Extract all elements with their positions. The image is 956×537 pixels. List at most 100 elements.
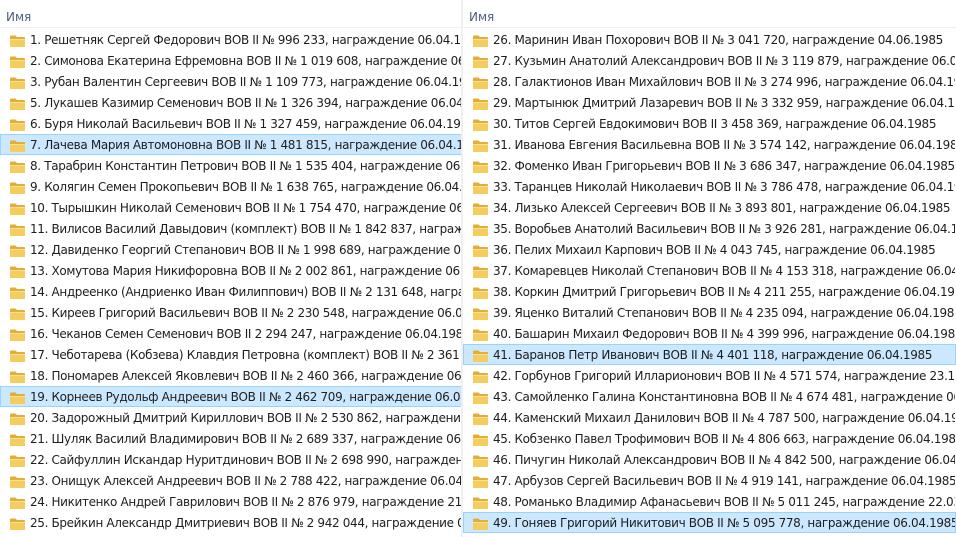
folder-item-label: 43. Самойленко Галина Константиновна ВОВ… — [493, 390, 955, 404]
folder-item[interactable]: 22. Сайфуллин Искандар Нуритдинович ВОВ … — [0, 449, 462, 470]
folder-item[interactable]: 2. Симонова Екатерина Ефремовна ВОВ II №… — [0, 50, 462, 71]
folder-icon — [9, 369, 26, 383]
folder-item[interactable]: 37. Комаревцев Николай Степанович ВОВ II… — [463, 260, 956, 281]
file-list: 26. Маринин Иван Похорович ВОВ II № 3 04… — [463, 29, 956, 533]
folder-icon — [472, 390, 489, 404]
folder-item[interactable]: 15. Киреев Григорий Васильевич ВОВ II № … — [0, 302, 462, 323]
folder-icon — [9, 411, 26, 425]
folder-item-label: 31. Иванова Евгения Васильевна ВОВ II № … — [493, 138, 956, 152]
folder-icon — [9, 117, 26, 131]
folder-item[interactable]: 44. Каменский Михаил Данилович ВОВ II № … — [463, 407, 956, 428]
folder-item-label: 28. Галактионов Иван Михайлович ВОВ II №… — [493, 75, 956, 89]
folder-icon — [9, 138, 26, 152]
folder-icon — [9, 348, 26, 362]
folder-icon — [9, 54, 26, 68]
folder-item[interactable]: 46. Пичугин Николай Александрович ВОВ II… — [463, 449, 956, 470]
folder-item[interactable]: 23. Онищук Алексей Андреевич ВОВ II № 2 … — [0, 470, 462, 491]
folder-icon — [9, 390, 26, 404]
folder-item[interactable]: 3. Рубан Валентин Сергеевич ВОВ II № 1 1… — [0, 71, 462, 92]
folder-item[interactable]: 6. Буря Николай Васильевич ВОВ II № 1 32… — [0, 113, 462, 134]
folder-item[interactable]: 30. Титов Сергей Евдокимович ВОВ II 3 45… — [463, 113, 956, 134]
folder-item-label: 22. Сайфуллин Искандар Нуритдинович ВОВ … — [30, 453, 461, 467]
folder-icon — [9, 453, 26, 467]
folder-icon — [472, 54, 489, 68]
folder-item[interactable]: 45. Кобзенко Павел Трофимович ВОВ II № 4… — [463, 428, 956, 449]
folder-icon — [472, 348, 489, 362]
folder-item[interactable]: 33. Таранцев Николай Николаевич ВОВ II №… — [463, 176, 956, 197]
folder-item[interactable]: 17. Чеботарева (Кобзева) Клавдия Петровн… — [0, 344, 462, 365]
folder-item-label: 35. Воробьев Анатолий Васильевич ВОВ II … — [493, 222, 956, 236]
folder-item[interactable]: 12. Давиденко Георгий Степанович ВОВ II … — [0, 239, 462, 260]
folder-item[interactable]: 14. Андреенко (Андриенко Иван Филиппович… — [0, 281, 462, 302]
folder-item[interactable]: 18. Пономарев Алексей Яковлевич ВОВ II №… — [0, 365, 462, 386]
folder-item-label: 1. Решетняк Сергей Федорович ВОВ II № 99… — [30, 33, 462, 47]
folder-item[interactable]: 39. Яценко Виталий Степанович ВОВ II № 4… — [463, 302, 956, 323]
folder-item[interactable]: 24. Никитенко Андрей Гаврилович ВОВ II №… — [0, 491, 462, 512]
folder-icon — [9, 243, 26, 257]
folder-item[interactable]: 34. Лизько Алексей Сергеевич ВОВ II № 3 … — [463, 197, 956, 218]
column-header-name[interactable]: Имя — [6, 10, 31, 24]
folder-item[interactable]: 25. Брейкин Александр Дмитриевич ВОВ II … — [0, 512, 462, 533]
folder-item[interactable]: 40. Башарин Михаил Федорович ВОВ II № 4 … — [463, 323, 956, 344]
column-header-name[interactable]: Имя — [469, 10, 494, 24]
folder-icon — [9, 432, 26, 446]
folder-item[interactable]: 35. Воробьев Анатолий Васильевич ВОВ II … — [463, 218, 956, 239]
folder-item-label: 42. Горбунов Григорий Илларионович ВОВ I… — [493, 369, 956, 383]
folder-item[interactable]: 47. Арбузов Сергей Васильевич ВОВ II № 4… — [463, 470, 956, 491]
folder-item[interactable]: 9. Колягин Семен Прокопьевич ВОВ II № 1 … — [0, 176, 462, 197]
folder-item-label: 19. Корнеев Рудольф Андреевич ВОВ II № 2… — [30, 390, 462, 404]
folder-item-label: 33. Таранцев Николай Николаевич ВОВ II №… — [493, 180, 956, 194]
folder-item-label: 38. Коркин Дмитрий Григорьевич ВОВ II № … — [493, 285, 956, 299]
folder-icon — [472, 306, 489, 320]
folder-icon — [9, 306, 26, 320]
folder-icon — [9, 474, 26, 488]
folder-item-label: 48. Романько Владимир Афанасьевич ВОВ II… — [493, 495, 956, 509]
folder-item-label: 20. Задорожный Дмитрий Кириллович ВОВ II… — [30, 411, 462, 425]
folder-item[interactable]: 8. Тарабрин Константин Петрович ВОВ II №… — [0, 155, 462, 176]
folder-item[interactable]: 49. Гоняев Григорий Никитович ВОВ II № 5… — [463, 512, 956, 533]
folder-item[interactable]: 48. Романько Владимир Афанасьевич ВОВ II… — [463, 491, 956, 512]
folder-item[interactable]: 19. Корнеев Рудольф Андреевич ВОВ II № 2… — [0, 386, 462, 407]
folder-item[interactable]: 16. Чеканов Семен Семенович ВОВ II 2 294… — [0, 323, 462, 344]
folder-item[interactable]: 7. Лачева Мария Автомоновна ВОВ II № 1 4… — [0, 134, 462, 155]
folder-item[interactable]: 1. Решетняк Сергей Федорович ВОВ II № 99… — [0, 29, 462, 50]
folder-item-label: 7. Лачева Мария Автомоновна ВОВ II № 1 4… — [30, 138, 462, 152]
folder-item[interactable]: 26. Маринин Иван Похорович ВОВ II № 3 04… — [463, 29, 956, 50]
file-list: 1. Решетняк Сергей Федорович ВОВ II № 99… — [0, 29, 462, 533]
folder-icon — [472, 117, 489, 131]
folder-item-label: 11. Вилисов Василий Давыдович (комплект)… — [30, 222, 461, 236]
folder-icon — [472, 201, 489, 215]
folder-item[interactable]: 28. Галактионов Иван Михайлович ВОВ II №… — [463, 71, 956, 92]
folder-item-label: 41. Баранов Петр Иванович ВОВ II № 4 401… — [493, 348, 933, 362]
folder-item[interactable]: 5. Лукашев Казимир Семенович ВОВ II № 1 … — [0, 92, 462, 113]
folder-icon — [9, 495, 26, 509]
folder-item-label: 8. Тарабрин Константин Петрович ВОВ II №… — [30, 159, 461, 173]
column-header[interactable]: Имя ⌃ — [463, 0, 956, 28]
folder-icon — [472, 222, 489, 236]
folder-item[interactable]: 42. Горбунов Григорий Илларионович ВОВ I… — [463, 365, 956, 386]
folder-item[interactable]: 27. Кузьмин Анатолий Александрович ВОВ I… — [463, 50, 956, 71]
folder-icon — [472, 96, 489, 110]
folder-item-label: 15. Киреев Григорий Васильевич ВОВ II № … — [30, 306, 462, 320]
folder-icon — [472, 453, 489, 467]
folder-item-label: 23. Онищук Алексей Андреевич ВОВ II № 2 … — [30, 474, 462, 488]
folder-item[interactable]: 11. Вилисов Василий Давыдович (комплект)… — [0, 218, 462, 239]
folder-item-label: 18. Пономарев Алексей Яковлевич ВОВ II №… — [30, 369, 462, 383]
folder-icon — [9, 159, 26, 173]
folder-item[interactable]: 31. Иванова Евгения Васильевна ВОВ II № … — [463, 134, 956, 155]
folder-item[interactable]: 38. Коркин Дмитрий Григорьевич ВОВ II № … — [463, 281, 956, 302]
folder-item-label: 46. Пичугин Николай Александрович ВОВ II… — [493, 453, 956, 467]
folder-item[interactable]: 41. Баранов Петр Иванович ВОВ II № 4 401… — [463, 344, 956, 365]
folder-item[interactable]: 13. Хомутова Мария Никифоровна ВОВ II № … — [0, 260, 462, 281]
folder-item-label: 12. Давиденко Георгий Степанович ВОВ II … — [30, 243, 461, 257]
folder-item[interactable]: 29. Мартынюк Дмитрий Лазаревич ВОВ II № … — [463, 92, 956, 113]
folder-item[interactable]: 43. Самойленко Галина Константиновна ВОВ… — [463, 386, 956, 407]
folder-item-label: 21. Шуляк Василий Владимирович ВОВ II № … — [30, 432, 461, 446]
folder-item[interactable]: 10. Тырышкин Николай Семенович ВОВ II № … — [0, 197, 462, 218]
folder-item[interactable]: 36. Пелих Михаил Карпович ВОВ II № 4 043… — [463, 239, 956, 260]
column-header[interactable]: Имя ⌃ — [0, 0, 462, 28]
folder-item[interactable]: 20. Задорожный Дмитрий Кириллович ВОВ II… — [0, 407, 462, 428]
folder-item[interactable]: 21. Шуляк Василий Владимирович ВОВ II № … — [0, 428, 462, 449]
folder-icon — [472, 495, 489, 509]
folder-item[interactable]: 32. Фоменко Иван Григорьевич ВОВ II № 3 … — [463, 155, 956, 176]
